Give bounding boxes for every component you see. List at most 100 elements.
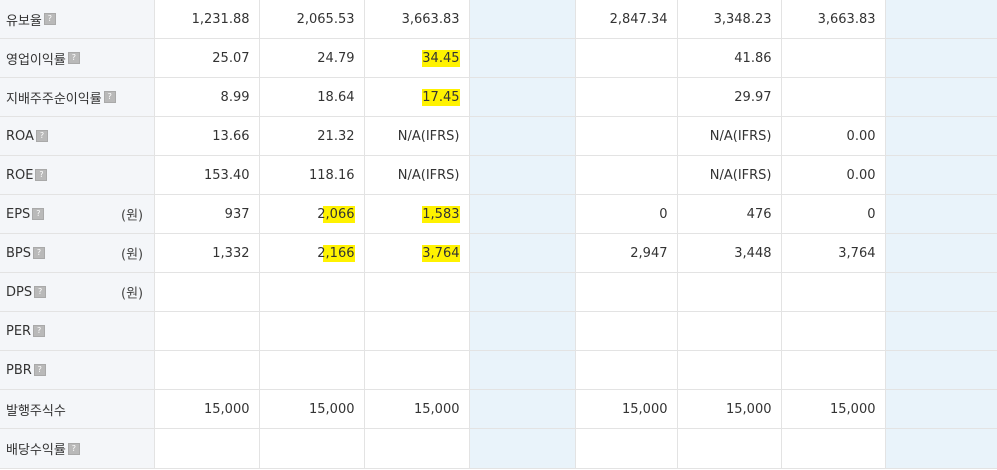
financial-ratio-table: 유보율? 1,231.88 2,065.53 3,663.83 2,847.34 3,34… bbox=[0, 0, 997, 469]
table-row: 지배주주순이익률? 8.99 18.64 17.45 29.97 bbox=[0, 77, 997, 117]
value-cell: 3,663.83 bbox=[781, 0, 886, 39]
value-cell bbox=[575, 38, 678, 78]
value-cell bbox=[781, 38, 886, 78]
value-cell: 3,764 bbox=[781, 233, 886, 273]
row-label: 지배주주순이익률 bbox=[6, 91, 102, 107]
value-cell bbox=[469, 194, 576, 234]
row-unit: (원) bbox=[121, 286, 144, 302]
value-cell bbox=[885, 155, 997, 195]
value-cell bbox=[677, 311, 782, 351]
value-cell: 2,847.34 bbox=[575, 0, 678, 39]
row-label-cell: 발행주식수 bbox=[0, 389, 155, 429]
row-label-cell: ROE? bbox=[0, 155, 155, 195]
highlighted-value: 2,066 bbox=[317, 205, 355, 223]
row-label-cell: DPS? (원) bbox=[0, 272, 155, 312]
value-cell bbox=[469, 77, 576, 117]
value-cell: 15,000 bbox=[364, 389, 470, 429]
cell-value: 3,663.83 bbox=[817, 11, 876, 27]
info-icon[interactable]: ? bbox=[34, 286, 47, 298]
value-cell bbox=[259, 350, 365, 390]
info-icon[interactable]: ? bbox=[67, 52, 80, 64]
info-icon[interactable]: ? bbox=[35, 130, 48, 142]
value-cell bbox=[885, 233, 997, 273]
value-cell: 29.97 bbox=[677, 77, 782, 117]
cell-value: 0 bbox=[867, 206, 876, 222]
cell-value: 1,231.88 bbox=[191, 11, 250, 27]
cell-value: N/A(IFRS) bbox=[397, 128, 460, 144]
info-icon[interactable]: ? bbox=[33, 364, 46, 376]
value-cell bbox=[469, 272, 576, 312]
info-icon[interactable]: ? bbox=[32, 208, 45, 220]
value-cell: 3,764 bbox=[364, 233, 470, 273]
row-label: EPS bbox=[6, 206, 31, 222]
row-label: PBR bbox=[6, 362, 32, 378]
cell-value: 2,847.34 bbox=[609, 11, 668, 27]
value-cell bbox=[469, 0, 576, 39]
value-cell: 15,000 bbox=[154, 389, 260, 429]
cell-value: 0 bbox=[659, 206, 668, 222]
value-cell: N/A(IFRS) bbox=[364, 116, 470, 156]
value-cell bbox=[575, 77, 678, 117]
info-icon[interactable]: ? bbox=[67, 442, 80, 455]
info-icon[interactable]: ? bbox=[43, 13, 56, 25]
cell-value: 13.66 bbox=[212, 128, 250, 144]
row-label: BPS bbox=[6, 245, 32, 261]
value-cell: 476 bbox=[677, 194, 782, 234]
value-cell bbox=[469, 116, 576, 156]
value-cell bbox=[575, 272, 678, 312]
value-cell: 13.66 bbox=[154, 116, 260, 156]
cell-value: 24.79 bbox=[317, 50, 355, 66]
table-row: ROE? 153.40 118.16 N/A(IFRS) N/A(IFRS) 0.00 bbox=[0, 155, 997, 195]
value-cell: 15,000 bbox=[575, 389, 678, 429]
info-icon[interactable]: ? bbox=[35, 169, 48, 181]
table-row: 발행주식수 15,000 15,000 15,000 15,000 15,000 15,00… bbox=[0, 389, 997, 429]
value-cell: 24.79 bbox=[259, 38, 365, 78]
cell-value: 15,000 bbox=[726, 401, 772, 417]
value-cell bbox=[469, 389, 576, 429]
value-cell bbox=[364, 272, 470, 312]
cell-value: 1,332 bbox=[212, 245, 250, 261]
cell-value: N/A(IFRS) bbox=[397, 167, 460, 183]
cell-value: 153.40 bbox=[204, 167, 250, 183]
value-cell bbox=[364, 428, 470, 469]
cell-value: 2,947 bbox=[630, 245, 668, 261]
value-cell bbox=[781, 428, 886, 469]
value-cell: 0.00 bbox=[781, 116, 886, 156]
value-cell bbox=[154, 350, 260, 390]
table-row: 유보율? 1,231.88 2,065.53 3,663.83 2,847.34 3,34… bbox=[0, 0, 997, 39]
row-label-cell: BPS? (원) bbox=[0, 233, 155, 273]
table-row: 배당수익률? bbox=[0, 428, 997, 469]
row-label-cell: 배당수익률? bbox=[0, 428, 155, 469]
value-cell: 118.16 bbox=[259, 155, 365, 195]
table-body: 유보율? 1,231.88 2,065.53 3,663.83 2,847.34 3,34… bbox=[0, 0, 997, 469]
cell-value: N/A(IFRS) bbox=[709, 167, 772, 183]
info-icon[interactable]: ? bbox=[103, 91, 116, 103]
info-icon[interactable]: ? bbox=[33, 247, 46, 259]
row-unit: (원) bbox=[121, 208, 144, 224]
value-cell bbox=[885, 38, 997, 78]
value-cell bbox=[781, 350, 886, 390]
value-cell bbox=[885, 389, 997, 429]
row-unit: (원) bbox=[121, 247, 144, 263]
cell-value: 15,000 bbox=[622, 401, 668, 417]
cell-value: 0.00 bbox=[846, 128, 876, 144]
value-cell bbox=[259, 272, 365, 312]
value-cell bbox=[885, 0, 997, 39]
value-cell: 21.32 bbox=[259, 116, 365, 156]
cell-value: 3,663.83 bbox=[401, 11, 460, 27]
value-cell bbox=[469, 311, 576, 351]
table-row: PER? bbox=[0, 311, 997, 351]
value-cell: 2,066 bbox=[259, 194, 365, 234]
row-label-cell: EPS? (원) bbox=[0, 194, 155, 234]
value-cell: N/A(IFRS) bbox=[677, 116, 782, 156]
info-icon[interactable]: ? bbox=[33, 325, 46, 337]
value-cell bbox=[154, 272, 260, 312]
value-cell: 17.45 bbox=[364, 77, 470, 117]
value-cell: 15,000 bbox=[677, 389, 782, 429]
value-cell bbox=[781, 77, 886, 117]
table-row: BPS? (원) 1,332 2,166 3,764 2,947 3,448 3,764 bbox=[0, 233, 997, 273]
row-label: ROE bbox=[6, 167, 34, 183]
cell-value: 18.64 bbox=[317, 89, 355, 105]
cell-value: 937 bbox=[224, 206, 250, 222]
value-cell: N/A(IFRS) bbox=[677, 155, 782, 195]
